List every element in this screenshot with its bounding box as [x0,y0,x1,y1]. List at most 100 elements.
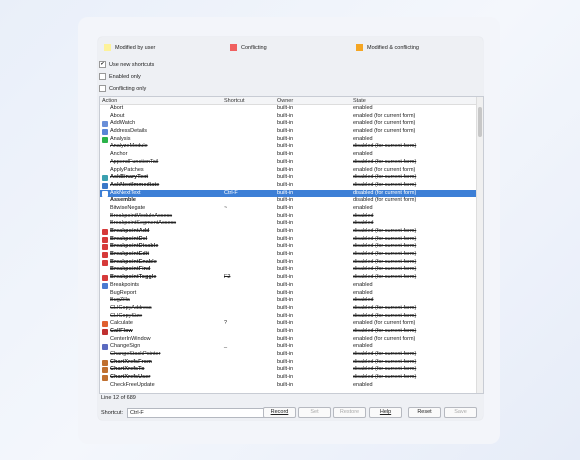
checkbox-label: Use new shortcuts [109,61,155,68]
table-row[interactable]: AddressDetails built-in enabled (for curre… [100,128,476,136]
cell-owner: built-in [277,243,294,250]
cell-action: About [110,112,125,119]
table-row[interactable]: CLICopySize built-in disabled (for current… [100,313,476,321]
enabled-only-checkbox[interactable]: Enabled only [99,73,141,80]
action-icon [102,129,108,136]
table-row[interactable]: ChangeSign _ built-in enabled [100,343,476,351]
cell-shortcut: ~ [224,204,228,211]
table-row[interactable]: Analysis built-in enabled [100,136,476,144]
cell-action: AddWatch [110,120,136,127]
column-header-state[interactable]: State [353,98,366,104]
cell-state: disabled (for current form) [353,304,417,311]
table-row[interactable]: ApplyPatches built-in enabled (for current… [100,167,476,175]
table-row[interactable]: BreakpointSegmentAccess built-in disabled [100,220,476,228]
cell-state: enabled (for current form) [353,166,416,173]
table-row[interactable]: BreakpointToggle F2 built-in disabled (for … [100,274,476,282]
record-button-label: Record [270,409,289,415]
cell-action: AskBinaryText [110,174,149,181]
table-row[interactable]: ChartXrefsFrom built-in disabled (for curr… [100,359,476,367]
checkbox-box[interactable] [99,85,106,92]
table-row[interactable]: Abort built-in enabled [100,105,476,113]
actions-table[interactable]: Action Shortcut Owner State Abort built-i… [99,96,484,394]
table-row[interactable]: ChangeStackPointer built-in disabled (for … [100,351,476,359]
cell-state: enabled [353,281,373,288]
table-row[interactable]: AskNextText Ctrl-F built-in disabled (for c… [100,189,476,198]
checkbox-box[interactable] [99,73,106,80]
table-row[interactable]: BreakpointDisable built-in disabled (for c… [100,243,476,251]
action-icon [102,244,108,251]
column-header-shortcut[interactable]: Shortcut [224,98,244,104]
action-icon [102,321,108,328]
cell-owner: built-in [277,304,294,311]
cell-owner: built-in [277,358,294,365]
table-row[interactable]: Calculate? built-in enabled (for current f… [100,320,476,328]
cell-state: disabled (for current form) [353,243,417,250]
cell-owner: built-in [277,335,294,342]
cell-state: enabled (for current form) [353,120,416,127]
table-row[interactable]: CallFlow built-in disabled (for current fo… [100,328,476,336]
cell-owner: built-in [277,166,294,173]
cell-state: enabled [353,105,373,111]
cell-owner: built-in [277,105,294,111]
cell-action: Calculate [110,320,133,327]
cell-action: BreakpointToggle [110,274,157,281]
cell-shortcut: ? [224,320,228,327]
cell-shortcut: Ctrl-F [224,189,238,196]
set-button[interactable]: Set [298,407,331,418]
cell-action: BugReport [110,289,137,296]
table-row[interactable]: AnalyzeModule built-in disabled (for curre… [100,143,476,151]
action-icon [102,190,108,197]
column-header-action[interactable]: Action [102,98,117,104]
table-row[interactable]: AskBinaryText built-in disabled (for curre… [100,174,476,182]
table-row[interactable]: ChartXrefsTo built-in disabled (for curren… [100,366,476,374]
conflicting-only-checkbox[interactable]: Conflicting only [99,85,146,92]
table-row[interactable]: Breakpoints built-in enabled [100,282,476,290]
table-row[interactable]: CheckFreeUpdate built-in enabled [100,382,476,390]
column-header-owner[interactable]: Owner [277,98,293,104]
cell-state: disabled (for current form) [353,374,417,381]
action-icon [102,282,108,289]
table-row[interactable]: About built-in enabled (for current form) [100,113,476,121]
checkbox-box[interactable]: ✔ [99,61,106,68]
action-icon [102,121,108,128]
table-row[interactable]: AppendFunctionTail built-in disabled (for … [100,159,476,167]
scrollbar-thumb[interactable] [478,107,482,137]
table-row[interactable]: BreakpointFind built-in disabled (for curr… [100,266,476,274]
shortcut-editor-dialog: Modified by user Conflicting Modified & … [98,37,484,420]
table-row[interactable]: BitwiseNegate ~ built-in enabled [100,205,476,213]
record-button[interactable]: Record [263,407,296,418]
table-row[interactable]: BreakpointEdit built-in disabled (for curr… [100,251,476,259]
reset-button[interactable]: Reset [408,407,441,418]
table-row[interactable]: CenterInWindow built-in enabled (for curre… [100,336,476,344]
cell-owner: built-in [277,197,294,204]
cell-state: disabled (for current form) [353,228,417,234]
save-button[interactable]: Save [444,407,477,418]
table-row[interactable]: BugZilla built-in disabled [100,297,476,305]
cell-action: BreakpointModuleAccess [110,212,173,219]
restore-button[interactable]: Restore [333,407,366,418]
table-row[interactable]: Anchor built-in enabled [100,151,476,159]
cell-action: CLICopyAddress [110,304,152,311]
cell-state: disabled [353,212,374,219]
table-row[interactable]: AskNextImmediate built-in disabled (for cu… [100,182,476,190]
table-row[interactable]: ChartXrefsUser built-in disabled (for curr… [100,374,476,382]
cell-action: BitwiseNegate [110,204,146,211]
cell-owner: built-in [277,181,294,188]
use-new-shortcuts-checkbox[interactable]: ✔ Use new shortcuts [99,61,154,68]
cell-owner: built-in [277,174,294,181]
table-row[interactable]: Assemble built-in disabled (for current fo… [100,197,476,205]
table-row[interactable]: AddWatch built-in enabled (for current for… [100,120,476,128]
help-button[interactable]: Help [369,407,402,418]
cell-owner: built-in [277,258,294,265]
table-row[interactable]: BreakpointDel built-in disabled (for curre… [100,236,476,244]
cell-owner: built-in [277,266,294,273]
legend-modified-conflicting: Modified & conflicting [356,44,419,51]
action-icon [102,275,108,282]
table-row[interactable]: BugReport built-in enabled [100,290,476,298]
table-row[interactable]: BreakpointModuleAccess built-in disabled [100,213,476,221]
cell-action: BreakpointEdit [110,251,150,258]
table-row[interactable]: CLICopyAddress built-in disabled (for curr… [100,305,476,313]
table-row[interactable]: BreakpointEnable built-in disabled (for cu… [100,259,476,267]
vertical-scrollbar[interactable] [476,97,483,393]
table-row[interactable]: BreakpointAdd built-in disabled (for curre… [100,228,476,236]
